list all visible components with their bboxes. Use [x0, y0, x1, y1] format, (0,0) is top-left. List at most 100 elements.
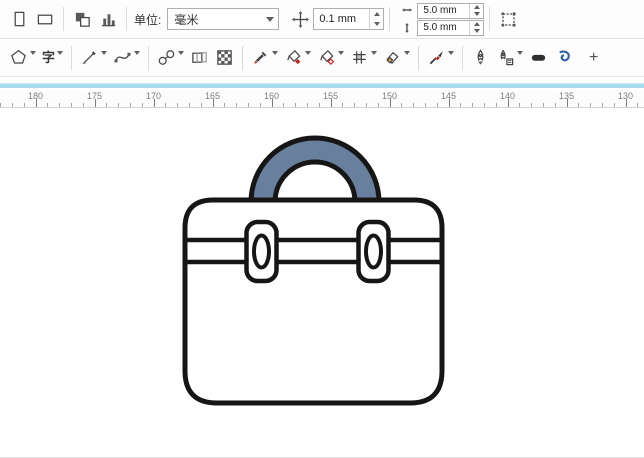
- freehand-pencil-icon: [82, 51, 96, 65]
- flyout-arrow-icon[interactable]: [404, 50, 411, 73]
- horizontal-ruler[interactable]: 180 175 170 165 160 155 150 145 140 135 130: [0, 90, 644, 108]
- smart-fill-tool-button[interactable]: [281, 43, 314, 73]
- flyout-arrow-icon[interactable]: [305, 50, 312, 73]
- ruler-tick: [271, 99, 273, 107]
- bezier-tool-button[interactable]: [110, 43, 143, 73]
- ruler-tick: [224, 103, 226, 107]
- text-tool-icon: 字: [42, 50, 56, 65]
- polygon-tool-button[interactable]: [6, 43, 39, 73]
- capsule-icon: [531, 54, 546, 61]
- freehand-tool-button[interactable]: [77, 43, 110, 73]
- chevron-down-icon[interactable]: [261, 9, 278, 29]
- spinner-down-icon[interactable]: [470, 11, 483, 18]
- separator: [126, 7, 127, 31]
- flyout-arrow-icon[interactable]: [178, 50, 185, 73]
- briefcase-object[interactable]: [0, 108, 644, 458]
- ruler-tick: [318, 103, 320, 107]
- blend-tool-button[interactable]: [154, 43, 187, 73]
- pen-nib-tool-button[interactable]: [468, 43, 493, 73]
- more-tools-button[interactable]: +: [582, 43, 605, 73]
- paintbrush-tool-button[interactable]: [424, 43, 457, 73]
- flyout-arrow-icon[interactable]: [30, 50, 36, 73]
- ruler-tick: [342, 103, 344, 107]
- ruler-tick: [483, 103, 485, 107]
- ruler-tick: [47, 103, 49, 107]
- polygon-icon: [11, 49, 26, 64]
- briefcase-handle[interactable]: [248, 135, 382, 205]
- cascade-pages-button[interactable]: [69, 4, 95, 34]
- ruler-tick: [70, 103, 72, 107]
- paint-bucket-red-icon: [287, 49, 301, 65]
- bar-chart-button[interactable]: [95, 4, 121, 34]
- units-select[interactable]: 毫米: [167, 8, 280, 30]
- ruler-tick: [141, 103, 143, 107]
- duplicate-distance-icons: [401, 4, 413, 34]
- checkerboard-icon: [217, 50, 232, 65]
- hook-curve-tool-button[interactable]: [551, 43, 576, 73]
- separator: [462, 45, 464, 70]
- nudge-distance-button: [287, 4, 313, 34]
- ruler-tick: [566, 99, 568, 107]
- flyout-arrow-icon[interactable]: [272, 50, 279, 73]
- flyout-arrow-icon[interactable]: [448, 50, 455, 73]
- briefcase-clasp-left[interactable]: [244, 219, 279, 284]
- ruler-tick: [153, 99, 155, 107]
- mesh-fill-tool-button[interactable]: [347, 43, 380, 73]
- eraser-tool-button[interactable]: [380, 43, 413, 73]
- flyout-arrow-icon[interactable]: [101, 50, 108, 73]
- bounding-box-button[interactable]: [495, 4, 521, 34]
- ruler-tick: [177, 103, 179, 107]
- calligraphy-pen-tool-button[interactable]: [493, 43, 526, 73]
- ruler-tick: [401, 103, 403, 107]
- ruler-tick: [625, 99, 627, 107]
- ruler-tick: [519, 103, 521, 107]
- transparency-tool-button[interactable]: [187, 43, 212, 73]
- flyout-arrow-icon[interactable]: [371, 50, 378, 73]
- spinner-down-icon[interactable]: [370, 19, 383, 29]
- eyedropper-tool-button[interactable]: [248, 43, 281, 73]
- nudge-distance-input-group: [313, 8, 385, 30]
- ruler-tick: [200, 103, 202, 107]
- transparency-squares-icon: [192, 52, 207, 63]
- ruler-tick: [11, 103, 13, 107]
- flyout-arrow-icon[interactable]: [338, 50, 345, 73]
- capsule-tool-button[interactable]: [526, 43, 551, 73]
- pen-settings-icon: [500, 49, 514, 66]
- ruler-tick: [590, 103, 592, 107]
- page-portrait-button[interactable]: [6, 4, 32, 34]
- briefcase-body[interactable]: [182, 197, 445, 406]
- spinner-up-icon[interactable]: [370, 9, 383, 19]
- briefcase-clasp-right[interactable]: [356, 219, 391, 284]
- ruler-tick: [165, 103, 167, 107]
- ruler-tick: [129, 103, 131, 107]
- flyout-arrow-icon[interactable]: [517, 50, 524, 73]
- ruler-tick: [118, 103, 120, 107]
- ruler-tick: [460, 103, 462, 107]
- ruler-tick: [0, 103, 2, 107]
- text-tool-button[interactable]: 字: [39, 43, 66, 73]
- flyout-arrow-icon[interactable]: [57, 50, 64, 73]
- flyout-arrow-icon[interactable]: [134, 50, 141, 73]
- drawing-canvas[interactable]: [0, 108, 644, 458]
- duplicate-x-input[interactable]: [418, 1, 470, 20]
- duplicate-x-spinner: [469, 3, 483, 18]
- ruler-tick: [424, 103, 426, 107]
- pattern-fill-button[interactable]: [212, 43, 237, 73]
- duplicate-y-input[interactable]: [418, 18, 470, 37]
- ruler-tick: [295, 103, 297, 107]
- paintbrush-icon: [429, 51, 443, 65]
- nudge-distance-input[interactable]: [314, 10, 370, 28]
- spinner-up-icon[interactable]: [470, 4, 483, 11]
- separator: [63, 7, 64, 31]
- page-landscape-button[interactable]: [32, 4, 58, 34]
- separator: [71, 45, 73, 70]
- blend-circles-icon: [158, 50, 175, 65]
- spinner-up-icon[interactable]: [470, 21, 483, 28]
- duplicate-y-spinner: [469, 20, 483, 35]
- ruler-tick: [542, 103, 544, 107]
- spinner-down-icon[interactable]: [470, 28, 483, 35]
- ruler-tick: [413, 103, 415, 107]
- fill-tool-button[interactable]: [314, 43, 347, 73]
- ruler-tick: [188, 103, 190, 107]
- duplicate-distance-x-icon: [402, 8, 413, 12]
